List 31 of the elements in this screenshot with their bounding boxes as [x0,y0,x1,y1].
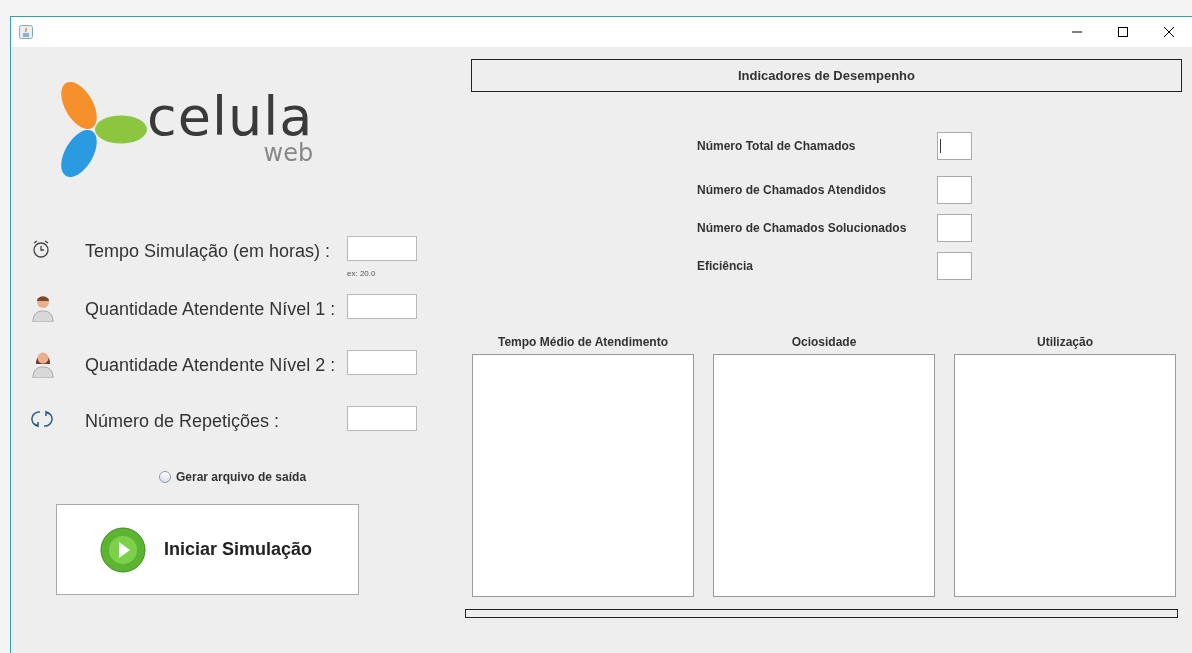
field-label: Número de Repetições : [85,410,281,433]
output-file-radio[interactable]: Gerar arquivo de saída [159,470,451,484]
indicator-field[interactable] [937,176,972,204]
panel-title: Utilização [1037,335,1093,349]
indicator-label: Número de Chamados Atendidos [697,183,887,197]
panel-title: Tempo Médio de Atendimento [498,335,668,349]
alarm-clock-icon [31,239,51,259]
field-label: Quantidade Atendente Nível 1 : [85,298,337,321]
indicator-field[interactable] [937,252,972,280]
close-icon [1164,27,1174,37]
play-icon [100,526,146,573]
start-simulation-button[interactable]: Iniciar Simulação [56,504,359,595]
input-field[interactable] [347,294,417,319]
indicator-label: Número de Chamados Solucionados [697,221,908,235]
input-field[interactable] [347,350,417,375]
hint-text: ex: 20.0 [347,269,376,278]
indicator-label: Número Total de Chamados [697,139,857,153]
field-label: Tempo Simulação (em horas) : [85,240,332,263]
indicator-label: Eficiência [697,259,755,273]
section-header: Indicadores de Desempenho [471,59,1182,92]
maximize-icon [1118,27,1128,37]
input-field[interactable] [347,406,417,431]
field-label: Quantidade Atendente Nível 2 : [85,354,337,377]
java-app-icon [19,25,33,39]
logo-wordmark: celula [147,91,314,142]
indicator-field[interactable] [937,214,972,242]
logo-subtitle: web [263,141,314,164]
indicator-field[interactable] [937,132,972,160]
refresh-icon [31,409,53,429]
input-field[interactable] [347,236,417,261]
panel-title: Ociosidade [791,335,857,349]
